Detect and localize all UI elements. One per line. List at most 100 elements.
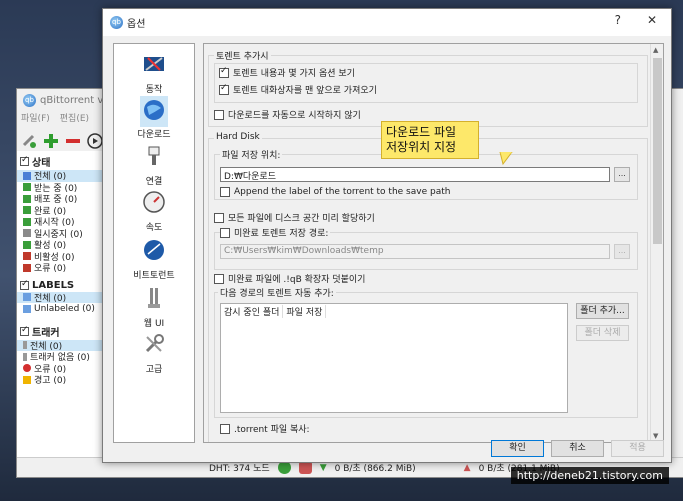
add-folder-button[interactable]: 폴더 추가... [576,303,629,319]
download-icon [23,183,31,192]
download-arrow-icon: ▼ [319,462,327,473]
remove-icon[interactable] [65,133,81,149]
all-icon [23,171,31,180]
upload-icon [23,194,31,203]
cancel-button[interactable]: 취소 [551,440,604,457]
copy-torrent-label: .torrent 파일 복사: [234,425,310,435]
append-label-text: Append the label of the torrent to the s… [234,187,451,197]
resume-icon[interactable] [87,133,103,149]
nav-bittorrent[interactable]: 비트토런트 [114,238,194,281]
qbittorrent-logo-icon: qb [23,93,36,107]
trackers-section-header[interactable]: 트래커 [17,321,104,340]
preallocate-option[interactable]: 모든 파일에 디스크 공간 미리 할당하기 [214,211,375,224]
menu-edit[interactable]: 편집(E) [60,111,89,127]
nav-label: 비트토런트 [133,271,175,281]
watched-folders-table[interactable]: 감시 중인 폴더 파일 저장 [220,303,568,413]
menu-file[interactable]: 파일(F) [21,111,50,127]
ok-button[interactable]: 확인 [491,440,544,457]
bring-front-label: 토렌트 대화상자를 맨 앞으로 가져오기 [233,86,377,96]
preallocate-checkbox[interactable] [214,212,224,223]
folder-icon [23,293,31,302]
filter-label: 오류 (0) [34,264,67,275]
temp-path-input[interactable]: C:₩Users₩kim₩Downloads₩temp [220,244,610,259]
bring-front-option[interactable]: 토렌트 대화상자를 맨 앞으로 가져오기 [219,83,377,96]
remove-folder-button[interactable]: 폴더 삭제 [576,325,629,341]
callout-pointer-icon [499,152,513,166]
bittorrent-icon [144,240,164,260]
label-unlabeled[interactable]: Unlabeled (0) [17,303,104,315]
nav-label: 동작 [145,85,163,95]
save-location-column-header[interactable]: 파일 저장 [283,304,327,318]
temp-path-option[interactable]: 미완료 토렌트 저장 경로: [220,226,331,239]
watched-folder-column-header[interactable]: 감시 중인 폴더 [221,304,284,318]
show-content-option[interactable]: 토렌트 내용과 몇 가지 옵션 보기 [219,66,355,79]
append-label-option[interactable]: Append the label of the torrent to the s… [220,187,450,197]
save-path-browse-button[interactable]: ... [614,167,630,182]
error-icon [23,364,31,373]
callout-line-1: 다운로드 파일 [386,125,457,139]
temp-path-checkbox[interactable] [220,227,230,238]
scroll-up-icon[interactable]: ▲ [653,46,658,54]
append-label-checkbox[interactable] [220,187,230,197]
warning-icon [23,375,31,384]
bring-front-checkbox[interactable] [219,83,229,95]
nav-downloads[interactable]: 다운로드 [114,96,194,140]
complete-icon [23,206,31,215]
copy-torrent-checkbox[interactable] [220,423,230,434]
filter-label: 경고 (0) [34,376,67,387]
status-section-title: 상태 [32,158,51,169]
filter-errored[interactable]: 오류 (0) [17,262,104,274]
watermark-url: http://deneb21.tistory.com [510,467,669,484]
nav-connection[interactable]: 연결 [114,144,194,187]
save-path-label: 파일 저장 위치: [220,148,283,161]
hard-disk-group-title: Hard Disk [214,132,262,142]
tracker-warning[interactable]: 경고 (0) [17,374,104,386]
options-category-list: 동작 다운로드 연결 속도 비트토런트 웹 UI 고급 [113,43,195,443]
nav-behavior[interactable]: 동작 [114,52,194,95]
append-qb-option[interactable]: 미완료 파일에 .!qB 확장자 덧붙이기 [214,272,365,285]
dont-autostart-option[interactable]: 다운로드를 자동으로 시작하지 않기 [214,108,361,121]
close-button[interactable]: ✕ [647,13,657,27]
webui-icon [148,288,160,308]
pause-icon [23,229,31,238]
dialog-title-bar: qb 옵션 ? ✕ [103,9,671,36]
auto-add-label: 다음 경로의 토렌트 자동 추가: [218,286,336,299]
temp-path-label: 미완료 토렌트 저장 경로: [234,229,329,239]
labels-section-checkbox[interactable] [20,279,29,290]
preallocate-label: 모든 파일에 디스크 공간 미리 할당하기 [228,214,375,224]
filter-label: 전체 (0) [34,293,67,304]
scrollbar-thumb[interactable] [653,58,662,244]
nav-label: 속도 [145,223,163,233]
append-qb-checkbox[interactable] [214,273,224,284]
downloads-settings-panel: 토렌트 추가시 토렌트 내용과 몇 가지 옵션 보기 토렌트 대화상자를 맨 앞… [203,43,664,443]
nav-speed[interactable]: 속도 [114,190,194,233]
dont-autostart-label: 다운로드를 자동으로 시작하지 않기 [228,111,361,121]
error-icon [23,263,31,272]
status-section-checkbox[interactable] [20,155,29,166]
save-path-input[interactable]: D:₩다운로드 [220,167,610,182]
labels-section-header[interactable]: LABELS [17,277,104,292]
label-all[interactable]: 전체 (0) [17,291,104,304]
trackers-section-checkbox[interactable] [20,325,29,336]
active-icon [23,240,31,249]
folder-icon [23,304,31,313]
add-icon[interactable] [43,133,59,149]
add-link-icon[interactable] [21,133,37,149]
upload-arrow-icon: ▲ [463,462,471,473]
panel-scrollbar[interactable]: ▲ ▼ [650,44,663,442]
add-torrent-group-title: 토렌트 추가시 [214,49,271,62]
scroll-down-icon[interactable]: ▼ [653,432,658,440]
annotation-callout: 다운로드 파일 저장위치 지정 [381,121,479,159]
resume-icon [23,217,31,226]
help-button[interactable]: ? [615,13,621,27]
show-content-checkbox[interactable] [219,66,229,78]
nav-webui[interactable]: 웹 UI [114,286,194,329]
qbittorrent-logo-icon: qb [110,16,123,29]
nav-advanced[interactable]: 고급 [114,332,194,375]
nav-label: 고급 [145,365,163,375]
dont-autostart-checkbox[interactable] [214,109,224,120]
copy-torrent-option[interactable]: .torrent 파일 복사: [220,422,310,435]
apply-button[interactable]: 적용 [611,440,664,457]
status-section-header[interactable]: 상태 [17,151,104,170]
temp-path-browse-button[interactable]: ... [614,244,630,259]
